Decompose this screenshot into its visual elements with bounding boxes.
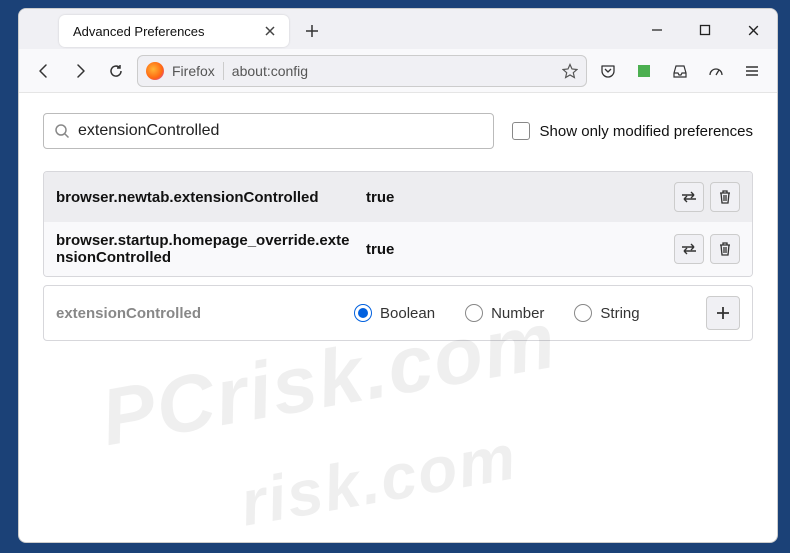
firefox-logo-icon	[146, 62, 164, 80]
delete-button[interactable]	[710, 234, 740, 264]
active-tab[interactable]: Advanced Preferences	[59, 15, 289, 47]
new-preference-name: extensionControlled	[56, 305, 346, 322]
preference-row[interactable]: browser.newtab.extensionControlled true	[44, 172, 752, 222]
new-tab-button[interactable]	[297, 16, 327, 46]
preference-name: browser.newtab.extensionControlled	[56, 189, 356, 206]
tab-bar: Advanced Preferences	[19, 9, 777, 49]
back-button[interactable]	[29, 56, 59, 86]
identity-label: Firefox	[172, 63, 215, 79]
bookmark-star-icon[interactable]	[562, 63, 578, 79]
menu-button[interactable]	[737, 56, 767, 86]
radio-label: String	[600, 305, 639, 322]
search-box[interactable]	[43, 113, 494, 149]
radio-label: Boolean	[380, 305, 435, 322]
preferences-list: browser.newtab.extensionControlled true …	[43, 171, 753, 277]
minimize-button[interactable]	[641, 15, 673, 45]
close-window-button[interactable]	[737, 15, 769, 45]
preference-actions	[674, 182, 740, 212]
preference-value: true	[366, 189, 664, 206]
watermark: risk.com	[235, 419, 523, 540]
preference-actions	[674, 234, 740, 264]
radio-label: Number	[491, 305, 544, 322]
radio-icon	[465, 304, 483, 322]
search-row: Show only modified preferences	[43, 113, 753, 149]
type-radio-group: Boolean Number String	[354, 304, 698, 322]
url-bar[interactable]: Firefox about:config	[137, 55, 587, 87]
radio-icon	[574, 304, 592, 322]
search-input[interactable]	[78, 122, 483, 140]
radio-number[interactable]: Number	[465, 304, 544, 322]
window-controls	[641, 15, 769, 45]
maximize-button[interactable]	[689, 15, 721, 45]
radio-icon	[354, 304, 372, 322]
forward-button[interactable]	[65, 56, 95, 86]
toggle-button[interactable]	[674, 234, 704, 264]
search-icon	[54, 123, 70, 139]
extension-icon[interactable]	[629, 56, 659, 86]
close-tab-icon[interactable]	[261, 22, 279, 40]
reload-button[interactable]	[101, 56, 131, 86]
toggle-button[interactable]	[674, 182, 704, 212]
preference-value: true	[366, 241, 664, 258]
inbox-icon[interactable]	[665, 56, 695, 86]
dashboard-icon[interactable]	[701, 56, 731, 86]
divider	[223, 62, 224, 80]
url-text[interactable]: about:config	[232, 63, 554, 79]
toolbar: Firefox about:config	[19, 49, 777, 93]
pocket-icon[interactable]	[593, 56, 623, 86]
preference-row[interactable]: browser.startup.homepage_override.extens…	[44, 222, 752, 276]
browser-window: Advanced Preferences	[18, 8, 778, 543]
add-preference-button[interactable]	[706, 296, 740, 330]
show-only-modified-toggle[interactable]: Show only modified preferences	[512, 122, 753, 140]
checkbox-icon[interactable]	[512, 122, 530, 140]
radio-string[interactable]: String	[574, 304, 639, 322]
tab-title: Advanced Preferences	[73, 24, 253, 39]
about-config-content: PCrisk.com risk.com Show only modified p…	[19, 93, 777, 542]
checkbox-label: Show only modified preferences	[540, 123, 753, 140]
new-preference-row: extensionControlled Boolean Number Strin…	[43, 285, 753, 341]
radio-boolean[interactable]: Boolean	[354, 304, 435, 322]
delete-button[interactable]	[710, 182, 740, 212]
preference-name: browser.startup.homepage_override.extens…	[56, 232, 356, 266]
